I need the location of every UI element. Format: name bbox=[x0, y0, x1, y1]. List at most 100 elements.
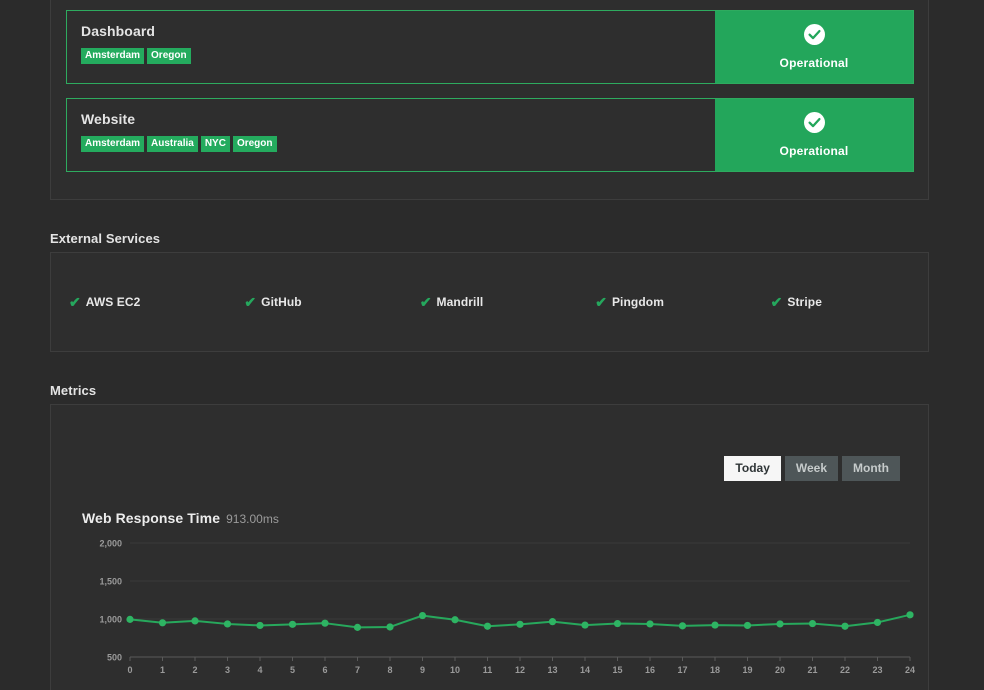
series-data-point[interactable] bbox=[223, 620, 232, 628]
services-panel: Dashboard Amsterdam Oregon Operational W… bbox=[50, 0, 929, 200]
y-axis-tick-label: 2,000 bbox=[99, 539, 122, 549]
web-response-time-chart[interactable]: 2,000 1,500 1,000 500 0 1 2 3 4 5 6 7 8 9 10 11 12 13 14 15… bbox=[82, 533, 920, 683]
x-axis-tick-label: 12 bbox=[515, 665, 525, 675]
series-data-point[interactable] bbox=[483, 622, 492, 630]
series-data-point[interactable] bbox=[126, 615, 134, 623]
service-tag: Amsterdam bbox=[81, 48, 145, 64]
status-page: Dashboard Amsterdam Oregon Operational W… bbox=[0, 0, 984, 690]
external-service-item[interactable]: ✔ Stripe bbox=[753, 295, 928, 309]
series-data-point[interactable] bbox=[288, 620, 297, 628]
series-data-point[interactable] bbox=[906, 611, 914, 619]
series-data-point[interactable] bbox=[386, 623, 394, 631]
series-data-point[interactable] bbox=[743, 621, 752, 630]
x-axis-tick-label: 1 bbox=[160, 665, 165, 675]
series-data-point[interactable] bbox=[516, 620, 524, 628]
check-circle-icon bbox=[803, 112, 825, 138]
service-tag: Oregon bbox=[232, 136, 277, 152]
service-name: Dashboard bbox=[81, 23, 156, 39]
service-row[interactable]: Website Amsterdam Australia NYC Oregon O… bbox=[66, 98, 914, 172]
series-data-point[interactable] bbox=[808, 619, 817, 628]
x-axis-tick-label: 13 bbox=[547, 665, 557, 675]
series-data-point[interactable] bbox=[451, 616, 459, 624]
service-row[interactable]: Dashboard Amsterdam Oregon Operational bbox=[66, 10, 914, 84]
metrics-range-tabs: Today Week Month bbox=[724, 456, 900, 481]
x-axis-tick-label: 3 bbox=[225, 665, 230, 675]
external-services-list: ✔ AWS EC2 ✔ GitHub ✔ Mandrill ✔ Pingdom … bbox=[51, 253, 928, 351]
series-data-point[interactable] bbox=[613, 619, 622, 628]
x-axis-tick-label: 4 bbox=[257, 665, 262, 675]
x-axis-tick-label: 5 bbox=[290, 665, 295, 675]
series-data-point[interactable] bbox=[873, 618, 882, 627]
series-data-point[interactable] bbox=[158, 619, 167, 627]
x-axis-tick-label: 14 bbox=[580, 665, 590, 675]
service-tag-list: Amsterdam Oregon bbox=[81, 48, 715, 64]
x-axis-tick-label: 20 bbox=[775, 665, 785, 675]
series-data-point[interactable] bbox=[353, 623, 362, 631]
series-data-point[interactable] bbox=[646, 620, 654, 628]
x-axis-tick-label: 10 bbox=[450, 665, 460, 675]
series-data-point[interactable] bbox=[256, 621, 264, 630]
service-tag: NYC bbox=[200, 136, 230, 152]
series-data-point[interactable] bbox=[711, 621, 719, 629]
x-axis-tick-label: 16 bbox=[645, 665, 655, 675]
chart-title: Web Response Time bbox=[82, 510, 221, 526]
check-circle-icon bbox=[803, 24, 825, 50]
external-service-item[interactable]: ✔ Mandrill bbox=[402, 295, 577, 309]
external-service-name: Stripe bbox=[787, 295, 822, 309]
service-tag: Australia bbox=[147, 136, 198, 152]
x-axis-tick-label: 18 bbox=[710, 665, 720, 675]
service-tag: Oregon bbox=[147, 48, 191, 64]
external-service-item[interactable]: ✔ Pingdom bbox=[577, 295, 752, 309]
series-data-point[interactable] bbox=[678, 622, 687, 630]
external-service-name: GitHub bbox=[261, 295, 302, 309]
service-tag: Amsterdam bbox=[81, 136, 145, 152]
external-service-name: Pingdom bbox=[611, 295, 664, 309]
metrics-panel: Today Week Month Web Response Time 913.0… bbox=[50, 404, 929, 690]
x-axis-tick-label: 21 bbox=[807, 665, 817, 675]
series-data-point[interactable] bbox=[776, 620, 784, 628]
x-axis-tick-label: 0 bbox=[127, 665, 132, 675]
status-label: Operational bbox=[779, 144, 849, 158]
x-axis-tick-label: 24 bbox=[905, 665, 915, 675]
x-axis-tick-label: 22 bbox=[840, 665, 850, 675]
y-axis-tick-label: 500 bbox=[107, 653, 122, 663]
x-axis-tick-label: 8 bbox=[387, 665, 392, 675]
status-label: Operational bbox=[779, 56, 849, 70]
check-icon: ✔ bbox=[244, 294, 257, 310]
series-data-point[interactable] bbox=[581, 621, 589, 629]
check-icon: ✔ bbox=[595, 294, 607, 310]
check-icon: ✔ bbox=[69, 294, 81, 310]
series-data-point[interactable] bbox=[418, 611, 427, 620]
x-axis-tick-label: 7 bbox=[355, 665, 360, 675]
external-services-panel: ✔ AWS EC2 ✔ GitHub ✔ Mandrill ✔ Pingdom … bbox=[50, 252, 929, 352]
range-tab-month[interactable]: Month bbox=[842, 456, 900, 481]
range-tab-week[interactable]: Week bbox=[784, 456, 839, 481]
chart-canvas: 2,0001,5001,0005000 1 2 3 4 5 6 7 8 9 10 11 12 13 14 15… bbox=[99, 539, 915, 676]
metrics-heading: Metrics bbox=[50, 383, 97, 398]
y-axis-tick-label: 1,500 bbox=[99, 577, 122, 587]
x-axis-tick-label: 19 bbox=[742, 665, 752, 675]
check-icon: ✔ bbox=[419, 294, 432, 310]
x-axis-tick-label: 11 bbox=[483, 665, 493, 675]
x-axis-tick-label: 6 bbox=[322, 665, 327, 675]
external-service-name: Mandrill bbox=[436, 295, 484, 309]
check-icon: ✔ bbox=[770, 294, 783, 310]
range-tab-today[interactable]: Today bbox=[724, 456, 781, 481]
service-name: Website bbox=[81, 111, 136, 127]
service-info: Dashboard Amsterdam Oregon bbox=[67, 11, 715, 83]
series-data-point[interactable] bbox=[841, 622, 849, 630]
series-data-point[interactable] bbox=[191, 617, 199, 625]
series-data-point[interactable] bbox=[321, 619, 329, 627]
external-service-item[interactable]: ✔ GitHub bbox=[226, 295, 401, 309]
series-data-point[interactable] bbox=[548, 618, 557, 626]
status-badge: Operational bbox=[715, 11, 913, 83]
external-service-item[interactable]: ✔ AWS EC2 bbox=[51, 295, 226, 309]
status-badge: Operational bbox=[715, 99, 913, 171]
service-tag-list: Amsterdam Australia NYC Oregon bbox=[81, 136, 715, 152]
x-axis-tick-label: 2 bbox=[192, 665, 197, 675]
x-axis-tick-label: 15 bbox=[612, 665, 622, 675]
external-service-name: AWS EC2 bbox=[85, 295, 141, 309]
x-axis-tick-label: 9 bbox=[420, 665, 425, 675]
chart-current-value: 913.00ms bbox=[226, 512, 279, 526]
external-services-heading: External Services bbox=[50, 231, 161, 246]
